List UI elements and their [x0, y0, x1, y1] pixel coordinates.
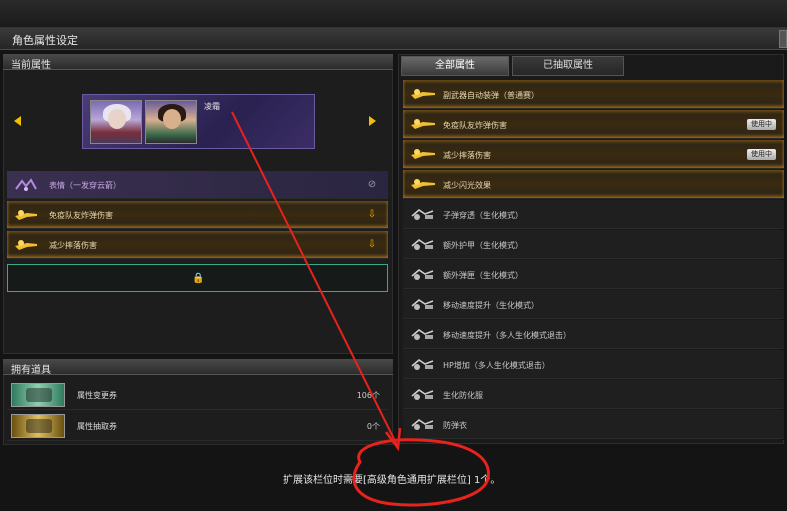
- attribute-list-row[interactable]: 额外护甲（生化模式）: [403, 230, 784, 259]
- in-use-badge: 使用中: [747, 149, 776, 160]
- owned-items-header: 拥有道具: [3, 359, 393, 376]
- attribute-list-row[interactable]: 防弹衣: [403, 410, 784, 439]
- gold-weapon-icon: [15, 210, 37, 220]
- footer-message: 扩展该栏位时需要[高级角色通用扩展栏位] 1个。: [283, 475, 501, 486]
- current-attribute-row[interactable]: 免疫队友炸弹伤害 ⇩: [7, 201, 388, 229]
- attribute-icon: [411, 358, 434, 370]
- disabled-icon[interactable]: ⊘: [366, 179, 378, 191]
- attribute-icon: [411, 418, 434, 430]
- attribute-list-label: 额外护甲（生化模式）: [443, 241, 523, 250]
- item-name: 属性抽取券: [77, 422, 117, 431]
- attribute-list-row[interactable]: 副武器自动装弹（普通赛）: [403, 80, 784, 109]
- unlock-icon[interactable]: ⇩: [366, 239, 378, 251]
- attribute-list-label: 移动速度提升（生化模式）: [443, 301, 539, 310]
- current-attribute-row[interactable]: 减少摔落伤害 ⇩: [7, 231, 388, 259]
- attribute-list-row[interactable]: 减少闪光效果: [403, 170, 784, 199]
- attribute-list-label: 减少摔落伤害: [443, 151, 491, 160]
- owned-items-title: 拥有道具: [11, 365, 51, 376]
- attribute-list-label: 副武器自动装弹（普通赛）: [443, 91, 539, 100]
- title-bar: 角色属性设定: [0, 28, 787, 50]
- attribute-list-row[interactable]: 额外弹匣（生化模式）: [403, 260, 784, 289]
- attribute-icon: [411, 208, 434, 220]
- attribute-list-label: 减少闪光效果: [443, 181, 491, 190]
- current-attribute-label: 减少摔落伤害: [49, 241, 97, 250]
- window-title: 角色属性设定: [12, 34, 78, 47]
- current-attributes-header: 当前属性: [3, 54, 393, 71]
- prev-character-arrow-icon[interactable]: [14, 116, 21, 126]
- attribute-icon: [411, 238, 434, 250]
- locked-attribute-slot[interactable]: 🔒: [7, 264, 388, 292]
- gold-weapon-icon: [411, 149, 435, 159]
- character-portrait-1: [90, 100, 142, 144]
- character-card[interactable]: 凌霜: [82, 94, 315, 149]
- attribute-list-row[interactable]: 移动速度提升（生化模式）: [403, 290, 784, 319]
- ticket-gold-icon: [11, 414, 65, 438]
- attribute-list-label: 子弹穿透（生化模式）: [443, 211, 523, 220]
- attribute-icon: [411, 328, 434, 340]
- item-count: 0个: [366, 422, 380, 431]
- current-attributes-title: 当前属性: [11, 60, 51, 71]
- current-attribute-row[interactable]: 表情（一发穿云箭） ⊘: [7, 171, 388, 199]
- ticket-green-icon: [11, 383, 65, 407]
- gold-weapon-icon: [15, 240, 37, 250]
- character-portrait-2: [145, 100, 197, 144]
- owned-item-row[interactable]: 属性抽取券 0个: [7, 411, 388, 441]
- attribute-list-label: 防弹衣: [443, 421, 467, 430]
- emote-icon: [15, 178, 37, 191]
- in-use-badge: 使用中: [747, 119, 776, 130]
- tab-all-attributes[interactable]: 全部属性: [401, 56, 509, 76]
- attribute-list-label: HP增加（多人生化模式退击）: [443, 361, 550, 370]
- attribute-list-row[interactable]: 移动速度提升（多人生化模式退击）: [403, 320, 784, 349]
- current-attribute-label: 表情（一发穿云箭）: [49, 181, 121, 190]
- attribute-icon: [411, 388, 434, 400]
- lock-icon: 🔒: [192, 273, 205, 284]
- current-attribute-label: 免疫队友炸弹伤害: [49, 211, 113, 220]
- gold-weapon-icon: [411, 119, 435, 129]
- attribute-list-row[interactable]: 子弹穿透（生化模式）: [403, 200, 784, 229]
- top-strip: [0, 0, 787, 28]
- attribute-list-row[interactable]: 免疫队友炸弹伤害 使用中: [403, 110, 784, 139]
- attribute-list-label: 移动速度提升（多人生化模式退击）: [443, 331, 571, 340]
- item-count: 106个: [356, 391, 380, 400]
- close-button[interactable]: [779, 30, 787, 48]
- gold-weapon-icon: [411, 179, 435, 189]
- attribute-list-row[interactable]: 减少摔落伤害 使用中: [403, 140, 784, 169]
- attribute-list-label: 免疫队友炸弹伤害: [443, 121, 507, 130]
- attribute-icon: [411, 298, 434, 310]
- character-name: 凌霜: [204, 102, 220, 111]
- next-character-arrow-icon[interactable]: [369, 116, 376, 126]
- attribute-list-label: 生化防化服: [443, 391, 483, 400]
- tab-extracted-attributes[interactable]: 已抽取属性: [512, 56, 624, 76]
- attribute-list-label: 额外弹匣（生化模式）: [443, 271, 523, 280]
- owned-item-row[interactable]: 属性变更券 106个: [7, 380, 388, 410]
- unlock-icon[interactable]: ⇩: [366, 209, 378, 221]
- gold-weapon-icon: [411, 89, 435, 99]
- attribute-list-row[interactable]: 生化防化服: [403, 380, 784, 409]
- attribute-list-row[interactable]: HP增加（多人生化模式退击）: [403, 350, 784, 379]
- attribute-icon: [411, 268, 434, 280]
- item-name: 属性变更券: [77, 391, 117, 400]
